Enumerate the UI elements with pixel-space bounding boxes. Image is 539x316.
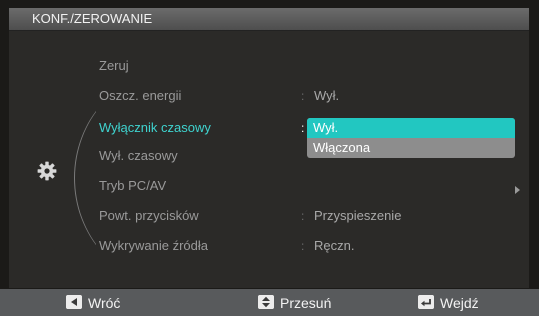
title-bar: KONF./ZEROWANIE (9, 8, 529, 31)
value-separator: : (301, 239, 305, 253)
menu-item-zeruj[interactable]: Zeruj (99, 56, 129, 76)
menu-item-wyl-czasowy[interactable]: Wył. czasowy (99, 146, 178, 166)
enter-return-icon (418, 295, 434, 309)
osd-panel: KONF./ZEROWANIE Zeruj Oszcz. energii : W… (9, 8, 529, 288)
move-button[interactable]: Przesuń (258, 294, 358, 312)
dropdown-option-label: Włączona (313, 140, 371, 155)
menu-item-wylacznik-czasowy[interactable]: Wyłącznik czasowy (99, 118, 211, 138)
chevron-right-icon (515, 186, 520, 194)
footer-bar: Wróć Przesuń Wejdź (0, 289, 539, 316)
menu-item-wykrywanie-zrodla[interactable]: Wykrywanie źródła (99, 236, 208, 256)
off-timer-dropdown[interactable]: Wył. Włączona (307, 118, 515, 158)
menu-item-powt-przyciskow[interactable]: Powt. przycisków (99, 206, 199, 226)
back-label: Wróć (88, 295, 121, 311)
enter-label: Wejdź (440, 295, 479, 311)
dropdown-option-wlaczona[interactable]: Włączona (307, 138, 515, 158)
value-separator: : (301, 209, 305, 223)
left-arrow-icon (66, 295, 82, 309)
up-down-arrow-icon (258, 295, 274, 309)
menu-item-tryb-pc-av[interactable]: Tryb PC/AV (99, 176, 166, 196)
value-separator: : (301, 89, 305, 103)
menu-item-oszcz-energii[interactable]: Oszcz. energii (99, 86, 181, 106)
menu-arc-decoration (68, 73, 96, 283)
menu-title: KONF./ZEROWANIE (32, 11, 153, 26)
powt-przyciskow-value: Przyspieszenie (314, 208, 402, 223)
back-button[interactable]: Wróć (66, 294, 136, 312)
oszcz-energii-value: Wył. (314, 88, 340, 103)
dropdown-option-label: Wył. (313, 120, 339, 135)
wykrywanie-zrodla-value: Ręczn. (314, 238, 355, 253)
enter-button[interactable]: Wejdź (418, 294, 518, 312)
dropdown-option-wyl[interactable]: Wył. (307, 118, 515, 138)
gear-icon (37, 161, 57, 181)
move-label: Przesuń (280, 295, 332, 311)
value-separator-active: : (301, 121, 305, 135)
